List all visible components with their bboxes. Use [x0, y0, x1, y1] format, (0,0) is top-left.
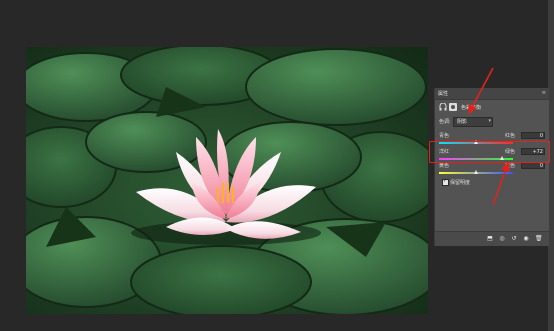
preserve-luminosity-label: 保留明度: [450, 180, 471, 186]
tone-value: 阴影: [457, 119, 468, 125]
slider-value-field[interactable]: 0: [521, 132, 545, 139]
color-balance-icon: [439, 103, 447, 111]
adjustment-title: 色彩平衡: [461, 105, 482, 111]
panel-dock-top: [434, 0, 554, 88]
visibility-icon[interactable]: ◉: [523, 236, 529, 242]
panel-tabbar: 属性 ≡: [435, 88, 549, 100]
menu-icon[interactable]: ≡: [542, 90, 546, 96]
reset-icon[interactable]: ↺: [511, 236, 517, 242]
slider-left-label: 青色: [439, 133, 450, 139]
panel-header: 色彩平衡: [439, 103, 545, 112]
slider-right-label: 红色: [505, 133, 516, 139]
properties-panel: 属性 ≡ 色彩平衡 色调: 阴影 ▾ 青色 红色 0 洋红 绿色 +72 黄色 …: [434, 88, 549, 246]
slider-thumb[interactable]: [473, 170, 478, 174]
tone-label: 色调:: [439, 119, 451, 125]
clip-icon[interactable]: ⬒: [487, 236, 493, 242]
slider-value-field[interactable]: 0: [521, 162, 545, 169]
layer-mask-icon[interactable]: [449, 103, 457, 111]
water-lily-photo: [26, 47, 428, 314]
chevron-down-icon: ▾: [488, 118, 491, 124]
view-previous-icon[interactable]: ◎: [499, 236, 505, 242]
slider-left-label: 黄色: [439, 163, 450, 169]
annotation-highlight-box: [429, 141, 550, 163]
slider-right-label: 蓝色: [505, 163, 516, 169]
slider-yellow-blue: 黄色 蓝色 0: [439, 162, 547, 180]
delete-icon[interactable]: 🗑: [535, 236, 543, 242]
document-image[interactable]: [26, 47, 428, 314]
preserve-luminosity-checkbox[interactable]: [442, 178, 449, 186]
panel-bottom-bar: ⬒ ◎ ↺ ◉ 🗑: [435, 231, 549, 246]
tone-dropdown[interactable]: 阴影 ▾: [453, 117, 493, 127]
properties-tab[interactable]: 属性: [438, 90, 448, 97]
